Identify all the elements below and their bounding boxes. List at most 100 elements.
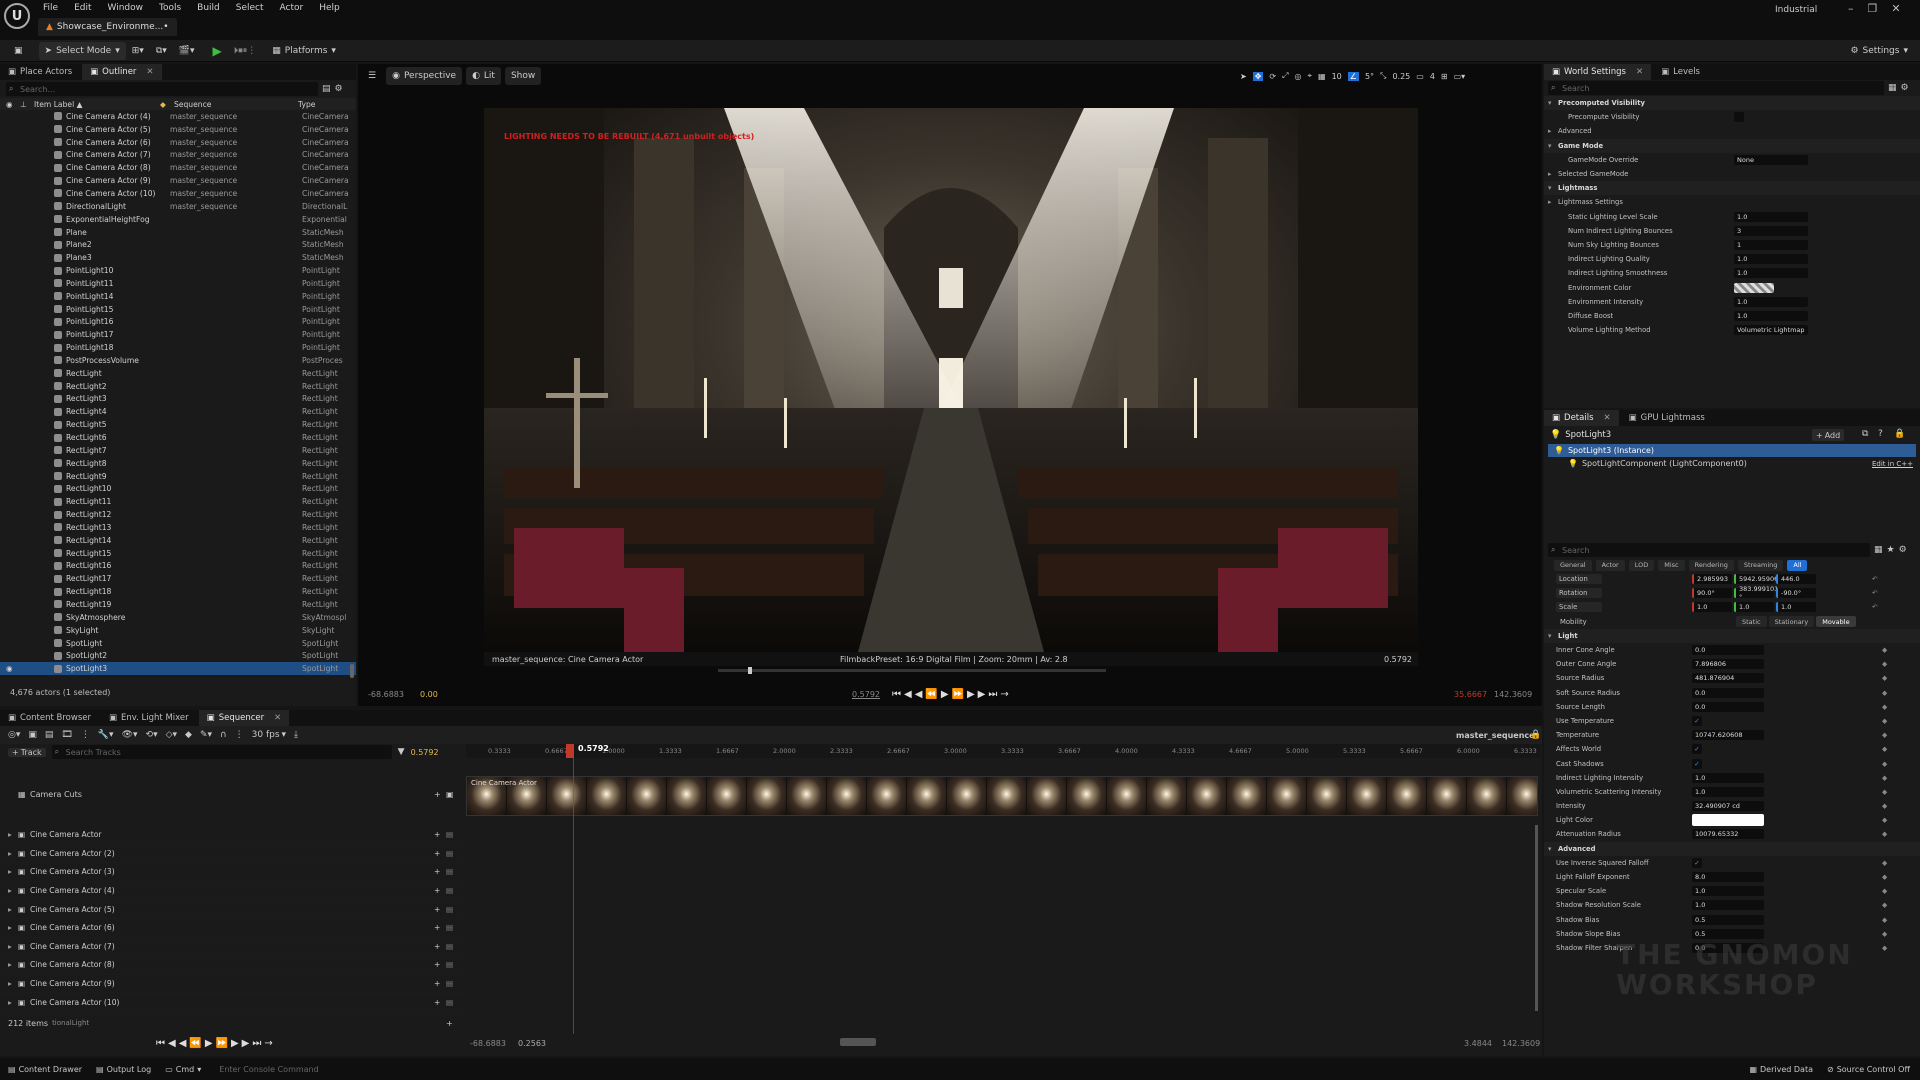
details-property-row[interactable]: Light Color ◆ [1544, 813, 1920, 827]
curve-editor-icon[interactable]: ⤓ [294, 730, 298, 740]
filter-lod[interactable]: LOD [1628, 559, 1655, 571]
transform-z-field[interactable]: 1.0 [1776, 602, 1816, 613]
details-property-row[interactable]: Source Radius 481.876904 ◆ [1544, 671, 1920, 685]
outliner-row[interactable]: PointLight10 PointLight [0, 264, 356, 277]
ws-section-header[interactable]: ▾ Game Mode [1544, 138, 1920, 153]
ws-property-value[interactable]: Volumetric Lightmap [1734, 325, 1808, 336]
details-property-value[interactable]: 0.0 [1692, 687, 1764, 698]
details-property-value[interactable]: 10747.620608 [1692, 730, 1764, 741]
show-button[interactable]: Show [504, 67, 542, 85]
add-icon[interactable]: + [434, 960, 440, 969]
expand-arrow-icon[interactable]: ▸ [8, 998, 12, 1007]
outliner-row[interactable]: PointLight17 PointLight [0, 328, 356, 341]
camera-lock-icon[interactable]: ▤ [446, 830, 453, 839]
outliner-row[interactable]: Cine Camera Actor (10) master_sequence Cin… [0, 187, 356, 200]
menu-item-file[interactable]: File [40, 3, 61, 13]
add-icon[interactable]: + [434, 942, 440, 951]
close-icon[interactable]: ✕ [274, 713, 281, 723]
details-property-row[interactable]: Inner Cone Angle 0.0 ◆ [1544, 643, 1920, 657]
transform-x-field[interactable]: 90.0° [1692, 588, 1732, 599]
transform-y-field[interactable]: 383.999101 ° [1734, 585, 1778, 601]
console-input[interactable]: Enter Console Command [215, 1062, 376, 1076]
ws-property-value[interactable]: 1.0 [1734, 296, 1808, 307]
expand-arrow-icon[interactable]: ▸ [8, 886, 12, 895]
ws-property-value[interactable] [1734, 112, 1744, 123]
grid-snap-icon[interactable]: ▦ [1318, 72, 1326, 81]
save-as-icon[interactable]: ▤ [45, 730, 54, 740]
add-icon[interactable]: + [446, 1019, 453, 1028]
tab-outliner[interactable]: ▣ Outliner ✕ [82, 64, 162, 80]
playback-icon[interactable]: ⟲▾ [146, 730, 158, 740]
menu-item-window[interactable]: Window [105, 3, 147, 13]
blueprint-button[interactable]: ⧉▾ [150, 42, 173, 60]
expand-arrow-icon[interactable]: ▸ [1548, 127, 1551, 135]
outliner-row[interactable]: Plane2 StaticMesh [0, 238, 356, 251]
keyframe-icon[interactable]: ◆ [1882, 646, 1887, 654]
details-property-value[interactable]: 32.490907 cd [1692, 801, 1764, 812]
details-property-row[interactable]: Light Falloff Exponent 8.0 ◆ [1544, 870, 1920, 884]
menu-item-tools[interactable]: Tools [156, 3, 184, 13]
filter-misc[interactable]: Misc [1658, 559, 1685, 571]
add-icon[interactable]: + [434, 998, 440, 1007]
ws-property-row[interactable]: Static Lighting Level Scale 1.0 [1544, 210, 1920, 224]
transform-x-field[interactable]: 1.0 [1692, 602, 1732, 613]
sequencer-track[interactable]: ▸ ▣ Cine Camera Actor (10) + ▤ [0, 993, 464, 1012]
settings-button[interactable]: ⚙ Settings ▾ [1844, 42, 1914, 60]
edit-icon[interactable]: ✎▾ [200, 730, 212, 740]
close-icon[interactable]: ✕ [146, 67, 153, 77]
outliner-row[interactable]: RectLight11 RectLight [0, 495, 356, 508]
details-property-value[interactable]: 8.0 [1692, 872, 1764, 883]
camera-speed-icon[interactable]: ▭ [1416, 72, 1424, 81]
outliner-row[interactable]: Cine Camera Actor (8) master_sequence Cine… [0, 161, 356, 174]
details-property-value[interactable]: ✓ [1692, 857, 1702, 868]
render-icon[interactable]: 🎞 [61, 730, 72, 740]
outliner-row[interactable]: RectLight19 RectLight [0, 598, 356, 611]
transform-z-field[interactable]: 446.0 [1776, 574, 1816, 585]
project-tab[interactable]: ▲ Showcase_Environme...• [38, 18, 177, 36]
menu-item-edit[interactable]: Edit [71, 3, 94, 13]
details-property-row[interactable]: Source Length 0.0 ◆ [1544, 700, 1920, 714]
details-property-row[interactable]: Specular Scale 1.0 ◆ [1544, 884, 1920, 898]
platforms-button[interactable]: ▦ Platforms ▾ [266, 42, 342, 60]
expand-arrow-icon[interactable]: ▸ [8, 960, 12, 969]
outliner-row[interactable]: PointLight14 PointLight [0, 290, 356, 303]
gear-icon[interactable]: ⚙ [1901, 83, 1909, 93]
expand-arrow-icon[interactable]: ▸ [8, 849, 12, 858]
content-drawer-button[interactable]: ▤ Content Drawer [8, 1065, 82, 1074]
keyframe-icon[interactable]: ◆ [1882, 873, 1887, 881]
details-property-value[interactable]: 0.0 [1692, 701, 1764, 712]
camera-lock-icon[interactable]: ▤ [446, 942, 453, 951]
filter-actor[interactable]: Actor [1595, 559, 1625, 571]
menu-item-help[interactable]: Help [316, 3, 343, 13]
wrench-icon[interactable]: 🔧▾ [98, 730, 114, 740]
instance-row[interactable]: 💡 SpotLight3 (Instance) [1548, 444, 1916, 457]
details-property-row[interactable]: Cast Shadows ✓ ◆ [1544, 756, 1920, 770]
details-property-value[interactable]: 1.0 [1692, 900, 1764, 911]
outliner-scrollbar[interactable] [350, 664, 354, 678]
ws-property-value[interactable]: 1.0 [1734, 310, 1808, 321]
outliner-row[interactable]: RectLight18 RectLight [0, 585, 356, 598]
details-property-row[interactable]: Indirect Lighting Intensity 1.0 ◆ [1544, 771, 1920, 785]
keyframe-icon[interactable]: ◆ [1882, 816, 1887, 824]
unreal-logo-icon[interactable]: U [4, 3, 30, 29]
save-icon[interactable]: ▣ [8, 42, 29, 60]
outliner-row[interactable]: RectLight6 RectLight [0, 431, 356, 444]
close-icon[interactable]: ✕ [1636, 67, 1643, 77]
tab-env-light-mixer[interactable]: ▣ Env. Light Mixer [101, 710, 197, 726]
col-item-label[interactable]: Item Label ▲ [34, 100, 82, 109]
details-property-row[interactable]: Use Inverse Squared Falloff ✓ ◆ [1544, 856, 1920, 870]
output-log-button[interactable]: ▤ Output Log [96, 1065, 151, 1074]
tab-gpu-lightmass[interactable]: ▣ GPU Lightmass [1621, 410, 1713, 426]
angle-snap-value[interactable]: 5° [1365, 72, 1374, 81]
keyframe-icon[interactable]: ◆ [1882, 745, 1887, 753]
cinematics-button[interactable]: 🎬▾ [173, 42, 201, 60]
outliner-row[interactable]: PostProcessVolume PostProces [0, 354, 356, 367]
sequencer-track[interactable]: ▸ ▣ Cine Camera Actor (9) + ▤ [0, 975, 464, 994]
expand-arrow-icon[interactable]: ▸ [1548, 170, 1551, 178]
gear-icon[interactable]: ⚙ [335, 84, 343, 94]
filter-icon[interactable]: ▤ [322, 84, 331, 94]
camera-lock-icon[interactable]: ▤ [446, 867, 453, 876]
sequencer-track[interactable]: ▸ ▣ Cine Camera Actor (3) + ▤ [0, 863, 464, 882]
expand-arrow-icon[interactable]: ▾ [1548, 632, 1551, 640]
outliner-row[interactable]: RectLight3 RectLight [0, 393, 356, 406]
